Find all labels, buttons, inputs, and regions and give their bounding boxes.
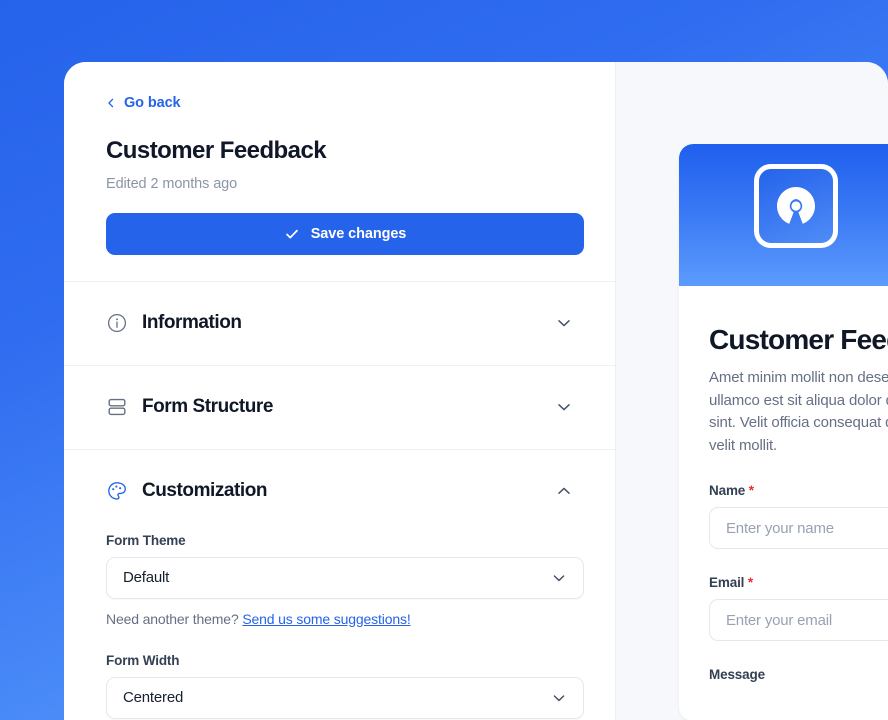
preview-field-email: Email * Enter your email [709, 575, 888, 641]
rows-icon [106, 396, 128, 418]
preview-field-message: Message [709, 667, 888, 682]
form-theme-value: Default [123, 569, 170, 587]
preview-field-name-label: Name * [709, 483, 888, 498]
preview-field-email-label: Email * [709, 575, 888, 590]
required-marker-icon: * [747, 575, 753, 590]
open-source-logo-icon [754, 164, 838, 248]
chevron-down-icon [551, 690, 567, 706]
customization-body: Form Theme Default Need another theme? S… [64, 533, 615, 720]
page-title: Customer Feedback [106, 137, 327, 164]
form-editor-window: Go back Customer Feedback Edited 2 month… [64, 62, 888, 720]
section-header-form-structure[interactable]: Form Structure [64, 366, 615, 449]
save-changes-button[interactable]: Save changes [106, 212, 584, 255]
chevron-left-icon [106, 98, 116, 108]
section-title-information: Information [142, 312, 242, 334]
form-theme-select[interactable]: Default [106, 556, 584, 599]
preview-label-text: Email [709, 575, 745, 590]
section-customization: Customization Form Theme Default Need an… [64, 448, 615, 720]
section-form-structure: Form Structure [64, 364, 615, 449]
form-width-value: Centered [123, 689, 184, 707]
go-back-link[interactable]: Go back [106, 95, 181, 111]
section-title-form-structure: Form Structure [142, 396, 273, 418]
required-marker-icon: * [748, 483, 754, 498]
preview-label-text: Message [709, 667, 765, 682]
palette-icon [106, 480, 128, 502]
section-title-customization: Customization [142, 480, 268, 502]
sidebar-header: Go back Customer Feedback Edited 2 month… [64, 62, 615, 281]
go-back-label: Go back [124, 95, 181, 111]
info-circle-icon [106, 312, 128, 334]
section-information: Information [64, 280, 615, 365]
form-width-select[interactable]: Centered [106, 676, 584, 719]
preview-email-placeholder: Enter your email [726, 611, 833, 629]
chevron-down-icon [551, 570, 567, 586]
form-theme-helper-text: Need another theme? [106, 610, 239, 627]
form-preview-pane: Customer Feedback Amet minim mollit non … [615, 62, 888, 720]
preview-name-input[interactable]: Enter your name [709, 507, 888, 549]
preview-email-input[interactable]: Enter your email [709, 599, 888, 641]
form-theme-label: Form Theme [106, 532, 186, 548]
preview-body: Customer Feedback Amet minim mollit non … [679, 286, 888, 720]
form-width-label: Form Width [106, 652, 180, 668]
preview-form-title: Customer Feedback [709, 324, 888, 355]
editor-sidebar: Go back Customer Feedback Edited 2 month… [64, 62, 615, 720]
section-header-customization[interactable]: Customization [64, 450, 615, 533]
preview-form-description: Amet minim mollit non deserunt ullamco e… [709, 369, 888, 454]
chevron-up-icon[interactable] [555, 482, 573, 500]
preview-name-placeholder: Enter your name [726, 519, 834, 537]
check-icon [284, 226, 300, 242]
chevron-down-icon[interactable] [555, 398, 573, 416]
chevron-down-icon[interactable] [555, 314, 573, 332]
page-subtitle: Edited 2 months ago [106, 175, 238, 192]
send-suggestions-link[interactable]: Send us some suggestions! [242, 611, 410, 627]
save-changes-label: Save changes [310, 225, 407, 242]
section-header-information[interactable]: Information [64, 282, 615, 365]
preview-label-text: Name [709, 483, 746, 498]
preview-field-message-label: Message [709, 667, 888, 682]
form-theme-helper: Need another theme? Send us some suggest… [106, 611, 573, 627]
preview-field-name: Name * Enter your name [709, 483, 888, 549]
